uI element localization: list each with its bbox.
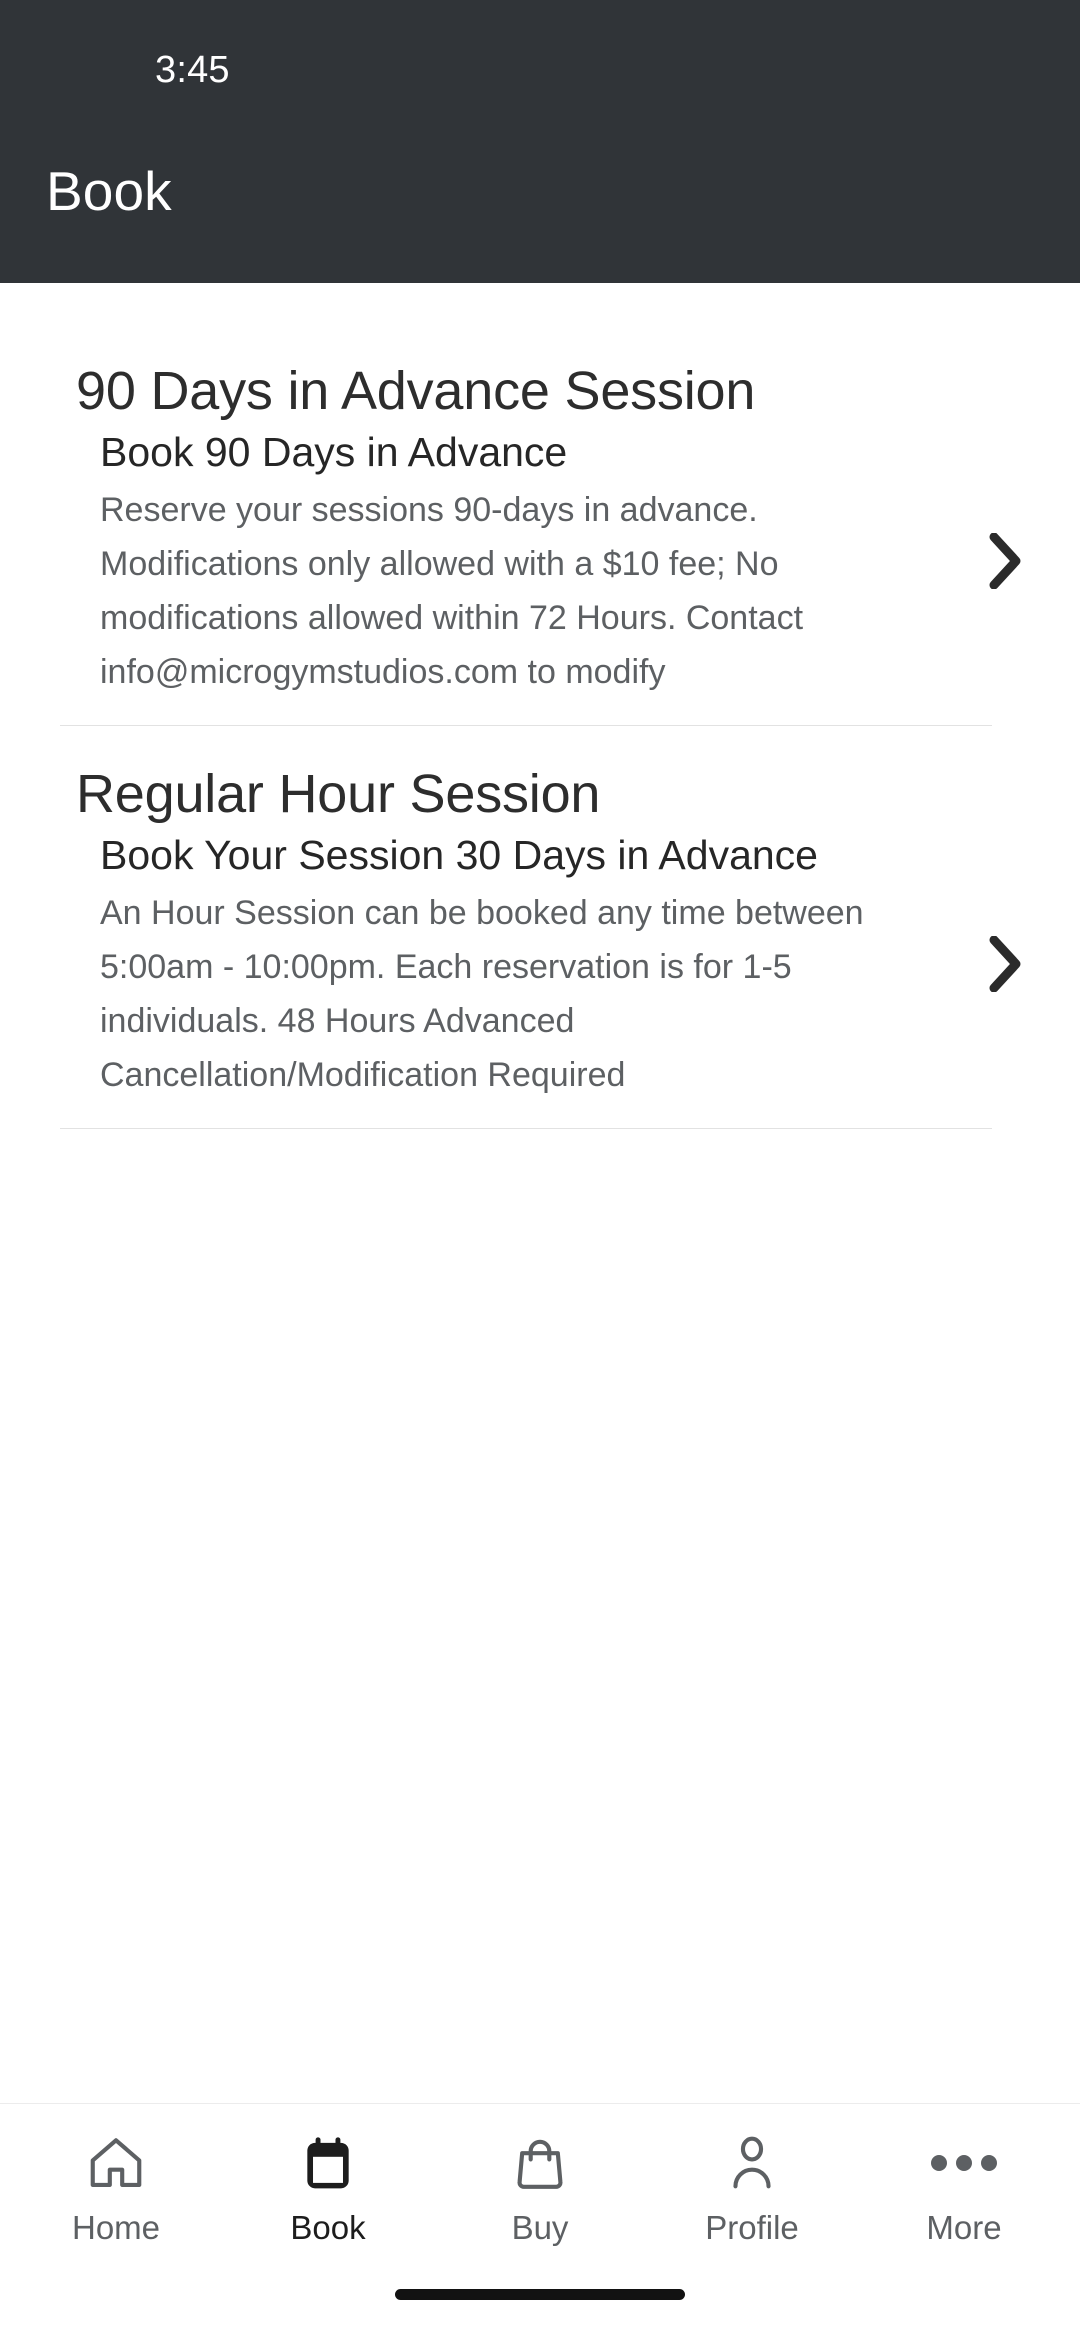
nav-item-label: Home	[71, 2209, 161, 2246]
home-indicator[interactable]	[395, 2288, 685, 2300]
app-bar: 3:45 Book	[0, 0, 1080, 283]
bottom-navigation-bar: Home Book Buy Profile More	[0, 2103, 1080, 2340]
nav-item-more[interactable]: More	[858, 2130, 1070, 2248]
nav-item-home[interactable]: Home	[10, 2130, 222, 2248]
section-regular-hour: Regular Hour Session Book Your Session 3…	[0, 726, 1080, 1129]
list-divider	[60, 1128, 992, 1129]
section-heading: 90 Days in Advance Session	[76, 361, 756, 421]
nav-item-label: Profile	[705, 2209, 799, 2246]
chevron-right-icon[interactable]	[976, 533, 1036, 589]
bottom-nav-items: Home Book Buy Profile More	[0, 2130, 1080, 2248]
list-item-description: An Hour Session can be booked any time b…	[100, 894, 864, 1094]
calendar-icon	[297, 2130, 359, 2196]
person-icon	[721, 2130, 783, 2196]
list-item-title: Book 90 Days in Advance	[100, 429, 568, 475]
app-screen: 3:45 Book 90 Days in Advance Session Boo…	[0, 0, 1080, 2340]
status-bar-clock: 3:45	[155, 49, 230, 91]
nav-item-profile[interactable]: Profile	[646, 2130, 858, 2248]
status-bar: 3:45	[0, 0, 1080, 130]
nav-item-label: Book	[290, 2209, 366, 2246]
content-scroll-area[interactable]: 90 Days in Advance Session Book 90 Days …	[0, 283, 1080, 2103]
nav-item-buy[interactable]: Buy	[434, 2130, 646, 2248]
list-item[interactable]: Book 90 Days in Advance Reserve your ses…	[0, 423, 1080, 699]
chevron-right-icon[interactable]	[976, 936, 1036, 992]
nav-item-label: More	[926, 2209, 1002, 2246]
list-item-texts: Book Your Session 30 Days in Advance An …	[100, 826, 976, 1102]
shopping-bag-icon	[509, 2130, 571, 2196]
section-heading: Regular Hour Session	[76, 764, 601, 824]
list-item-texts: Book 90 Days in Advance Reserve your ses…	[100, 423, 976, 699]
nav-item-label: Buy	[511, 2209, 569, 2246]
list-item[interactable]: Book Your Session 30 Days in Advance An …	[0, 826, 1080, 1102]
page-title: Book	[46, 160, 172, 222]
nav-item-book[interactable]: Book	[222, 2130, 434, 2248]
section-90-days: 90 Days in Advance Session Book 90 Days …	[0, 323, 1080, 726]
list-item-title: Book Your Session 30 Days in Advance	[100, 832, 818, 878]
home-icon	[85, 2130, 147, 2196]
more-dots-icon	[931, 2130, 997, 2196]
home-indicator-area	[0, 2248, 1080, 2340]
list-item-description: Reserve your sessions 90-days in advance…	[100, 491, 804, 691]
